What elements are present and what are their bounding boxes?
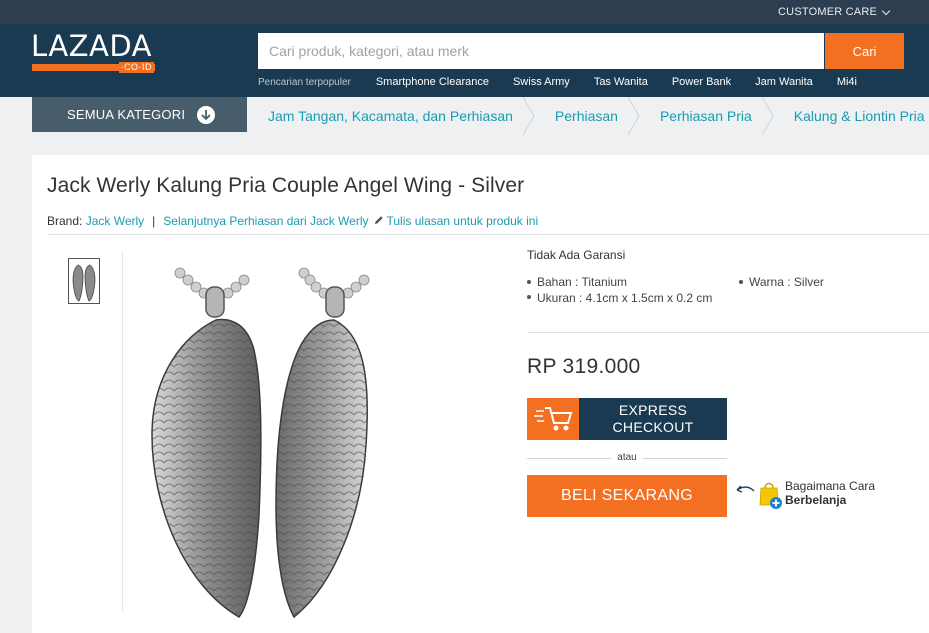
popular-link[interactable]: Tas Wanita <box>594 76 648 88</box>
or-line <box>643 458 727 459</box>
write-review-link[interactable]: Tulis ulasan untuk produk ini <box>387 214 539 228</box>
express-line-1: EXPRESS <box>618 402 688 418</box>
product-thumbnail[interactable] <box>68 258 100 304</box>
how-to-shop-line-1: Bagaimana Cara <box>785 479 876 493</box>
search-input[interactable] <box>258 33 824 69</box>
brand-line: Brand: Jack Werly | Selanjutnya Perhiasa… <box>47 214 538 228</box>
arrow-down-circle-icon <box>197 106 215 124</box>
site-header: LAZADA ·CO·ID Cari Pencarian terpopuler … <box>0 24 929 97</box>
spec-item: Bahan : Titanium <box>527 275 627 289</box>
all-categories-button[interactable]: SEMUA KATEGORI <box>32 97 247 132</box>
brand-label: Brand: <box>47 214 83 228</box>
how-to-shop-link[interactable]: Bagaimana Cara Berbelanja <box>735 479 905 511</box>
how-to-shop-line-2: Berbelanja <box>785 493 847 507</box>
popular-link[interactable]: Power Bank <box>672 76 731 88</box>
warranty-text: Tidak Ada Garansi <box>527 248 626 262</box>
product-price: RP 319.000 <box>527 355 641 378</box>
product-card: Jack Werly Kalung Pria Couple Angel Wing… <box>32 155 929 633</box>
spec-material: Bahan : Titanium <box>537 275 628 289</box>
popular-link[interactable]: Jam Wanita <box>755 76 813 88</box>
bullet-icon <box>527 295 531 299</box>
spec-color: Warna : Silver <box>749 275 824 289</box>
chevron-down-icon <box>881 6 891 15</box>
divider <box>47 234 929 235</box>
spec-item: Ukuran : 4.1cm x 1.5cm x 0.2 cm <box>527 290 722 306</box>
category-bar: SEMUA KATEGORI Jam Tangan, Kacamata, dan… <box>0 97 929 135</box>
bullet-icon <box>739 280 743 284</box>
cart-icon <box>527 398 579 440</box>
thumbnail-divider <box>122 251 123 611</box>
pencil-icon <box>374 214 384 228</box>
top-strip: CUSTOMER CARE <box>0 0 929 24</box>
popular-link[interactable]: Smartphone Clearance <box>376 76 489 88</box>
breadcrumb-item[interactable]: Perhiasan <box>555 108 618 124</box>
brand-link[interactable]: Jack Werly <box>86 214 144 228</box>
express-checkout-button[interactable]: EXPRESS CHECKOUT <box>527 398 727 440</box>
lazada-logo[interactable]: LAZADA ·CO·ID <box>31 31 157 75</box>
breadcrumb-item[interactable]: Perhiasan Pria <box>660 108 752 124</box>
popular-link[interactable]: Mi4i <box>837 76 857 88</box>
shopping-bag-icon <box>757 479 783 514</box>
spec-size: Ukuran : 4.1cm x 1.5cm x 0.2 cm <box>537 291 713 305</box>
search-button[interactable]: Cari <box>825 33 904 69</box>
buy-now-button[interactable]: BELI SEKARANG <box>527 475 727 517</box>
more-from-brand-link[interactable]: Selanjutnya Perhiasan dari Jack Werly <box>163 214 368 228</box>
product-image[interactable] <box>144 265 374 625</box>
logo-text: LAZADA <box>31 29 153 63</box>
popular-link[interactable]: Swiss Army <box>513 76 570 88</box>
express-checkout-label: EXPRESS CHECKOUT <box>579 402 727 436</box>
logo-domain: ·CO·ID <box>118 62 154 73</box>
breadcrumb-separator-icon <box>627 97 655 135</box>
separator: | <box>152 214 156 228</box>
bullet-icon <box>527 280 531 284</box>
customer-care-menu[interactable]: CUSTOMER CARE <box>778 6 891 18</box>
all-categories-label: SEMUA KATEGORI <box>67 107 186 122</box>
breadcrumb: Jam Tangan, Kacamata, dan Perhiasan Perh… <box>268 97 925 135</box>
popular-searches-label: Pencarian terpopuler <box>258 76 351 88</box>
or-separator: atau <box>527 452 727 464</box>
spec-item: Warna : Silver <box>739 275 824 289</box>
express-line-2: CHECKOUT <box>612 419 694 435</box>
breadcrumb-separator-icon <box>522 97 550 135</box>
customer-care-label: CUSTOMER CARE <box>778 6 877 18</box>
product-title: Jack Werly Kalung Pria Couple Angel Wing… <box>47 174 525 197</box>
breadcrumb-item[interactable]: Kalung & Liontin Pria <box>794 108 925 124</box>
breadcrumb-separator-icon <box>761 97 789 135</box>
arrow-left-icon <box>735 483 755 502</box>
breadcrumb-item[interactable]: Jam Tangan, Kacamata, dan Perhiasan <box>268 108 513 124</box>
divider <box>527 332 929 333</box>
popular-searches: Pencarian terpopuler Smartphone Clearanc… <box>258 76 881 88</box>
